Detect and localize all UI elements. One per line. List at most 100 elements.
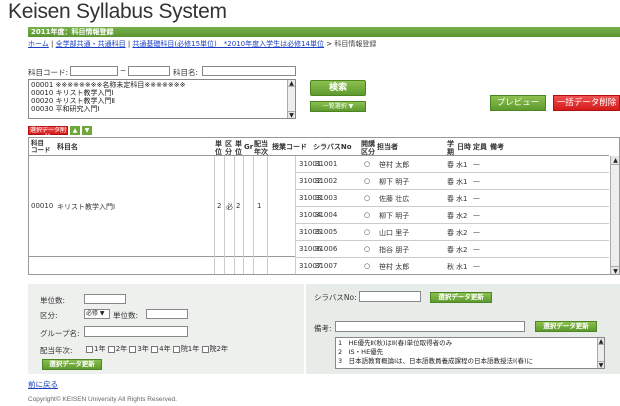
group-divider (29, 256, 295, 257)
table-row[interactable]: 31007 31007 ○ 笹村 太郎秋水1— (295, 258, 609, 274)
cell-instructor: 柳下 明子 (379, 178, 410, 186)
column-divider (253, 156, 254, 274)
table-row[interactable]: 31006 31006 ○ 指谷 朋子春水2— (295, 241, 609, 258)
header-instructor: 担当者 (377, 143, 398, 151)
year-checkbox[interactable] (201, 345, 209, 353)
cell-offering: ○ (364, 194, 371, 202)
group-unit: 2 (217, 202, 222, 210)
group-course-name: キリスト教学入門Ⅰ (57, 203, 116, 211)
kubun-label: 区分: (40, 311, 58, 320)
year-checkbox[interactable] (172, 345, 180, 353)
group-name-label: グループ名: (40, 329, 80, 338)
scroll-up-icon[interactable]: ▲ (598, 338, 604, 345)
year-checkboxes: 1年 2年 3年 4年 院1年 院2年 (86, 344, 228, 354)
list-item[interactable]: 00030 平和研究入門Ⅰ (31, 105, 293, 113)
credits-input[interactable] (84, 294, 126, 304)
year-option-label: 院2年 (209, 345, 228, 353)
year-checkbox[interactable] (107, 345, 115, 353)
column-divider (234, 156, 235, 274)
scroll-down-icon[interactable]: ▼ (288, 111, 295, 119)
select-all-button[interactable]: 一覧選択 ▼ (310, 101, 366, 112)
cell-day-time: 水2 (456, 212, 468, 220)
notes-update-button[interactable]: 選択データ更新 (535, 321, 597, 332)
bulk-delete-button[interactable]: 一括データ削除 (553, 95, 620, 111)
list-item[interactable]: 00010 キリスト教学入門Ⅰ (31, 89, 293, 97)
course-table: 科目 コード 科目名 単 位 区 分 単 位 Gr 配当 年次 授業コード シラ… (28, 137, 620, 275)
course-list[interactable]: 00001 ※※※※※※※※名称未定科目※※※※※※※ 00010 キリスト教学… (28, 79, 296, 119)
table-scrollbar[interactable]: ▲ ▼ (610, 156, 619, 274)
move-up-icon[interactable]: ▲ (70, 126, 80, 135)
cell-capacity: — (473, 177, 480, 185)
table-row[interactable]: 31004 31004 ○ 柳下 明子春水2— (295, 207, 609, 224)
column-divider (224, 156, 225, 274)
cell-capacity: — (473, 245, 480, 253)
year-checkbox[interactable] (129, 345, 137, 353)
year-option-label: 院1年 (180, 345, 200, 353)
year-checkbox[interactable] (151, 345, 159, 353)
cell-instructor: 笹村 太郎 (379, 161, 410, 169)
table-row[interactable]: 31002 31002 ○ 柳下 明子春水1— (295, 173, 609, 190)
list-item[interactable]: 3 日本語教育概論Ⅰは、日本語教員養成課程の日本語教授法Ⅰ(春)に (338, 357, 602, 366)
header-semester: 学 期 (447, 140, 454, 156)
year-option-label: 4年 (159, 345, 171, 353)
cell-offering: ○ (364, 177, 371, 185)
cell-semester: 春 (447, 229, 454, 237)
column-divider (267, 156, 268, 274)
notes-list[interactable]: 1 HE優先Ⅱ(秋)はⅡ(春)単位取得者のみ 2 IS・HE優先 3 日本語教育… (335, 337, 605, 369)
course-code-label: 科目コード: (28, 68, 69, 77)
delete-selected-button[interactable]: 選択データ削除 (28, 126, 68, 141)
table-row[interactable]: 31005 31005 ○ 山口 里子春水2— (295, 224, 609, 241)
group-course-code: 00010 (31, 202, 54, 210)
syllabus-update-button[interactable]: 選択データ更新 (430, 292, 492, 303)
table-row[interactable]: 31003 31003 ○ 佐藤 壮広春水1— (295, 190, 609, 207)
cell-instructor: 指谷 朋子 (379, 246, 410, 254)
year-label: 配当年次: (40, 346, 73, 355)
breadcrumb-home-link[interactable]: ホーム (28, 40, 49, 48)
scroll-down-icon[interactable]: ▼ (598, 361, 604, 369)
breadcrumb: ホーム | 全学部共通・共通科目 | 共通基礎科目(必修15単位) *2010年… (28, 39, 376, 49)
cell-offering: ○ (364, 245, 371, 253)
breadcrumb-common-link[interactable]: 全学部共通・共通科目 (56, 40, 126, 48)
header-offering: 開講 区分 (361, 140, 375, 156)
cell-semester: 春 (447, 212, 454, 220)
breadcrumb-basic-link[interactable]: 共通基礎科目(必修15単位) *2010年度入学生は必修14単位 (132, 40, 324, 48)
breadcrumb-current: 科目情報登録 (334, 40, 377, 48)
course-code-from-input[interactable] (70, 66, 118, 76)
kubun-select[interactable]: 必修 ▼ (84, 309, 110, 319)
credits-label: 単位数: (40, 296, 66, 305)
course-list-scrollbar[interactable]: ▲ ▼ (287, 80, 295, 119)
syllabus-no-input[interactable] (359, 291, 421, 302)
course-name-input[interactable] (202, 66, 296, 76)
group-name-input[interactable] (84, 326, 188, 337)
scroll-down-icon[interactable]: ▼ (611, 266, 619, 274)
table-row[interactable]: 31001 31001 ○ 笹村 太郎春水1— (295, 156, 609, 173)
cell-offering: ○ (364, 228, 371, 236)
cell-syllabus-no: 31002 (315, 177, 338, 185)
group-tanni: 2 (236, 202, 241, 210)
scroll-up-icon[interactable]: ▲ (288, 80, 295, 87)
group-year: 1 (257, 202, 262, 210)
list-item[interactable]: 2 IS・HE優先 (338, 348, 602, 357)
cell-syllabus-no: 31003 (315, 194, 338, 202)
cell-capacity: — (473, 160, 480, 168)
cell-day-time: 水1 (456, 161, 468, 169)
course-code-to-input[interactable] (128, 66, 170, 76)
cell-syllabus-no: 31006 (315, 245, 338, 253)
preview-button[interactable]: プレビュー (490, 95, 546, 111)
column-divider (214, 156, 215, 274)
search-button[interactable]: 検索 (310, 80, 366, 96)
list-item[interactable]: 00020 キリスト教学入門Ⅱ (31, 97, 293, 105)
year-checkbox[interactable] (86, 345, 93, 353)
list-item[interactable]: 1 HE優先Ⅱ(秋)はⅡ(春)単位取得者のみ (338, 339, 602, 348)
year-option-label: 1年 (94, 345, 106, 353)
unit-count-input[interactable] (146, 309, 188, 319)
breadcrumb-separator: > (324, 40, 335, 48)
cell-syllabus-no: 31001 (315, 160, 338, 168)
scroll-up-icon[interactable]: ▲ (611, 156, 619, 165)
move-down-icon[interactable]: ▼ (82, 126, 92, 135)
notes-list-scrollbar[interactable]: ▲ ▼ (597, 338, 604, 369)
back-link[interactable]: 前に戻る (28, 379, 58, 390)
notes-input[interactable] (335, 321, 525, 332)
update-selected-button[interactable]: 選択データ更新 (42, 359, 102, 370)
list-item[interactable]: 00001 ※※※※※※※※名称未定科目※※※※※※※ (31, 81, 293, 89)
